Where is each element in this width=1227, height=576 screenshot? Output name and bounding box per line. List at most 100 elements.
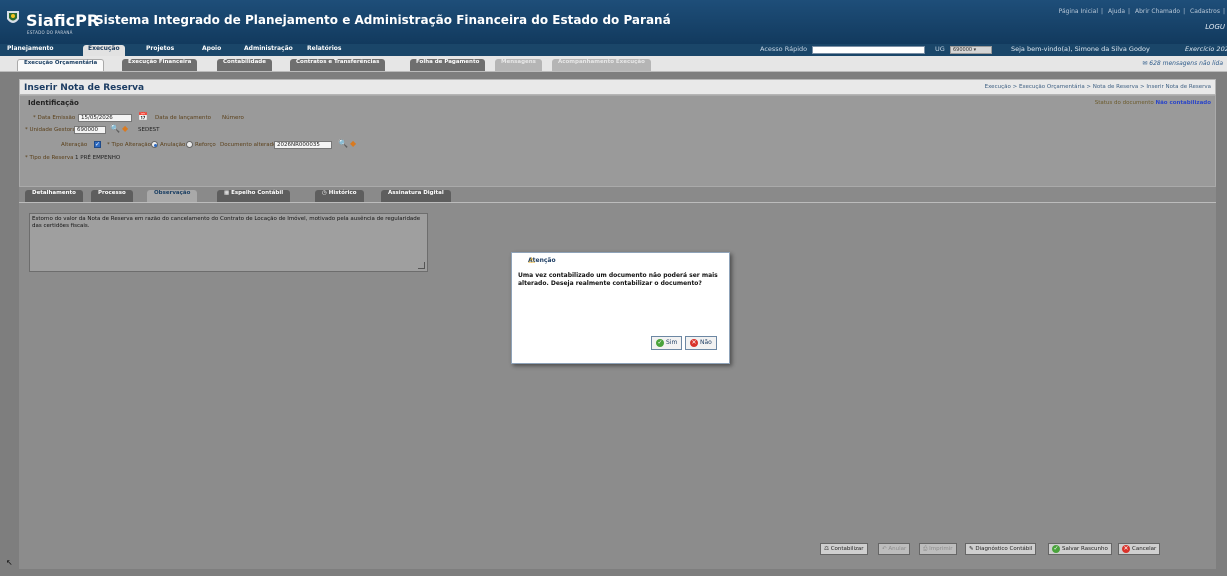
clear-icon[interactable]: ◆ [350, 140, 356, 148]
no-button[interactable]: ✕ Não [685, 336, 717, 350]
reforco-label: Reforço [195, 142, 216, 148]
action-buttons: ⚖ Contabilizar ↶ Anular ⎙ Imprimir ✎ Dia… [820, 543, 1210, 555]
status-label: Status do documento [1094, 100, 1154, 106]
contabilizar-label: Contabilizar [830, 546, 864, 552]
history-icon: ◷ [322, 190, 329, 196]
unidade-gestora-name: SEDEST [138, 127, 160, 133]
tab-acompanhamento-execucao[interactable]: Acompanhamento Execução [552, 59, 651, 71]
no-label: Não [700, 339, 712, 346]
exercicio-select[interactable]: Exercício 202 [1185, 45, 1227, 53]
tab-administracao[interactable]: Administração [239, 45, 298, 56]
anular-label: Anular [888, 546, 907, 552]
tab-espelho-contabil[interactable]: ▦ Espelho Contábil [217, 190, 291, 202]
confirm-dialog: ⚠ Atenção Uma vez contabilizado um docume… [511, 252, 730, 364]
tab-projetos[interactable]: Projetos [141, 45, 179, 56]
anular-button[interactable]: ↶ Anular [878, 543, 911, 555]
ug-select[interactable]: 690000 ▾ [950, 46, 992, 54]
unidade-gestora-label: * Unidade Gestora [25, 127, 76, 133]
tab-historico-label: Histórico [328, 190, 357, 196]
tab-assinatura-digital[interactable]: Assinatura Digital [381, 190, 451, 202]
dialog-message: Uma vez contabilizado um documento não p… [518, 272, 718, 287]
resize-grip[interactable] [418, 262, 425, 269]
alteracao-checkbox[interactable]: ✓ [94, 141, 101, 148]
tipo-alteracao-label: * Tipo Alteração [107, 142, 152, 148]
brand-logo: LOGU [1205, 23, 1225, 31]
tab-execucao-financeira[interactable]: Execução Financeira [122, 59, 198, 71]
calendar-icon[interactable]: 📅 [138, 113, 148, 121]
page-title: Inserir Nota de Reserva [24, 83, 145, 93]
link-help[interactable]: Ajuda [1108, 8, 1125, 15]
tab-espelho-contabil-label: Espelho Contábil [231, 190, 284, 196]
identificacao-heading: Identificação [28, 99, 79, 107]
clear-icon[interactable]: ◆ [122, 125, 128, 133]
imprimir-label: Imprimir [929, 546, 953, 552]
tab-apoio[interactable]: Apoio [197, 45, 226, 56]
messages-counter[interactable]: ✉ 628 mensagens não lida [1142, 60, 1223, 67]
ug-value: 690000 [953, 47, 973, 53]
link-home[interactable]: Página Inicial [1059, 8, 1098, 15]
tab-planejamento[interactable]: Planejamento [2, 45, 59, 56]
yes-label: Sim [666, 339, 678, 346]
alteracao-label: Alteração [61, 142, 88, 148]
tab-observacao[interactable]: Observação [147, 190, 198, 202]
unidade-gestora-input[interactable]: 690000 [74, 126, 106, 134]
ledger-icon: ⚖ [824, 546, 831, 552]
imprimir-button[interactable]: ⎙ Imprimir [919, 543, 957, 555]
tab-processo[interactable]: Processo [91, 190, 133, 202]
anulacao-radio[interactable] [151, 141, 158, 148]
cancelar-label: Cancelar [1132, 546, 1157, 552]
tab-mensagens[interactable]: Mensagens [495, 59, 542, 71]
reforco-radio[interactable] [186, 141, 193, 148]
data-emissao-input[interactable]: 15/05/2026 [78, 114, 132, 122]
tab-execucao-orcamentaria[interactable]: Execução Orçamentária [17, 59, 105, 71]
quick-access-input[interactable] [812, 46, 925, 54]
documento-alterado-label: Documento alterado [220, 142, 277, 148]
document-status: Status do documento Não contabilizado [1095, 100, 1211, 106]
tab-contabilidade[interactable]: Contabilidade [217, 59, 272, 71]
tab-detalhamento[interactable]: Detalhamento [25, 190, 83, 202]
numero-label: Número [222, 115, 244, 121]
search-icon[interactable]: 🔍 [338, 140, 348, 148]
anulacao-label: Anulação [160, 142, 186, 148]
mouse-cursor-icon: ↖ [6, 558, 13, 567]
cancel-icon: ✕ [1122, 544, 1130, 553]
main-nav: Planejamento Execução Projetos Apoio Adm… [0, 44, 1227, 56]
search-icon[interactable]: 🔍 [110, 125, 120, 133]
identificacao-panel: Identificação Status do documento Não co… [19, 95, 1216, 187]
tab-historico[interactable]: ◷ Histórico [315, 190, 364, 202]
salvar-label: Salvar Rascunho [1062, 546, 1108, 552]
link-cadastros[interactable]: Cadastros [1190, 8, 1220, 15]
parana-logo-icon [7, 11, 19, 23]
page-titlebar: Inserir Nota de Reserva Execução > Execu… [19, 79, 1216, 95]
status-value: Não contabilizado [1155, 100, 1211, 106]
sub-nav: Execução Orçamentária Execução Financeir… [0, 56, 1227, 72]
save-icon: ✓ [1052, 544, 1060, 553]
tipo-reserva-label: * Tipo de Reserva [25, 155, 74, 161]
observacao-textarea[interactable]: Estorno do valor da Nota de Reserva em r… [29, 213, 428, 272]
documento-alterado-input[interactable]: 2026NR000035 [274, 141, 332, 149]
yes-button[interactable]: ✓ Sim [651, 336, 683, 350]
app-subtitle: ESTADO DO PARANÁ [27, 30, 73, 35]
messages-text: 628 mensagens não lida [1149, 60, 1223, 67]
breadcrumb[interactable]: Execução > Execução Orçamentária > Nota … [985, 84, 1211, 90]
check-icon: ✓ [656, 338, 664, 347]
link-open-ticket[interactable]: Abrir Chamado [1135, 8, 1180, 15]
close-icon: ✕ [690, 338, 698, 347]
tab-execucao[interactable]: Execução [83, 45, 125, 56]
tab-folha-pagamento[interactable]: Folha de Pagamento [410, 59, 486, 71]
tab-contratos-transferencias[interactable]: Contratos e Transferências [290, 59, 386, 71]
top-header: SiaficPR ESTADO DO PARANÁ Sistema Integr… [0, 0, 1227, 44]
tipo-reserva-value: 1 PRÉ EMPENHO [75, 155, 121, 161]
app-name: SiaficPR [26, 11, 100, 30]
data-lancamento-label: Data de lançamento [155, 115, 212, 121]
observacao-text: Estorno do valor da Nota de Reserva em r… [32, 216, 421, 229]
dialog-title-bar: ⚠ Atenção [518, 256, 556, 265]
contabilizar-button[interactable]: ⚖ Contabilizar [820, 543, 868, 555]
warning-icon: ⚠ [528, 256, 536, 265]
tab-relatorios[interactable]: Relatórios [302, 45, 347, 56]
top-links: Página Inicial | Ajuda | Abrir Chamado | Ca… [1058, 8, 1225, 15]
quick-access-label: Acesso Rápido [760, 45, 808, 53]
cancelar-button[interactable]: ✕ Cancelar [1118, 543, 1161, 555]
salvar-rascunho-button[interactable]: ✓ Salvar Rascunho [1048, 543, 1112, 555]
diagnostico-contabil-button[interactable]: ✎ Diagnóstico Contábil [965, 543, 1037, 555]
